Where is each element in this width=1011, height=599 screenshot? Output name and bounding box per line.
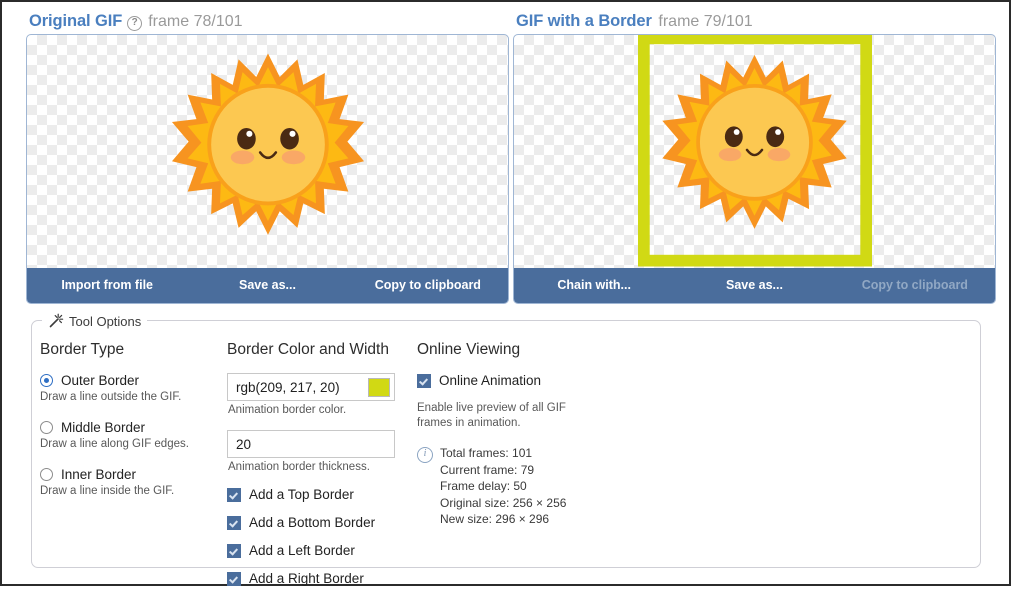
border-color-input-value: rgb(209, 217, 20)	[236, 379, 340, 395]
app-window: Original GIF? frame 78/101 Import from f…	[0, 0, 1011, 586]
border-color-width-heading: Border Color and Width	[227, 341, 389, 358]
sun-artwork-with-border-icon	[629, 35, 880, 274]
panel-original-title-text: Original GIF	[29, 12, 123, 30]
gif-info-lines: Total frames: 101 Current frame: 79 Fram…	[440, 445, 566, 528]
radio-middle-border-hint: Draw a line along GIF edges.	[40, 438, 189, 450]
panel-bordered-title-text: GIF with a Border	[516, 12, 652, 30]
checkbox-online-animation-label: Online Animation	[439, 373, 542, 388]
panel-original-frame-counter: frame 78/101	[148, 13, 243, 30]
border-color-hint: Animation border color.	[228, 404, 347, 416]
save-as-button-original[interactable]: Save as...	[187, 268, 347, 303]
checkbox-add-bottom-border[interactable]: Add a Bottom Border	[227, 515, 417, 530]
checkbox-add-left-border-label: Add a Left Border	[249, 543, 355, 558]
copy-to-clipboard-button-original[interactable]: Copy to clipboard	[348, 268, 508, 303]
border-width-input-value: 20	[236, 436, 252, 452]
info-circle-icon: i	[417, 447, 433, 463]
checkbox-add-top-border-label: Add a Top Border	[249, 487, 354, 502]
border-type-heading: Border Type	[40, 341, 125, 358]
info-original-size: Original size: 256 × 256	[440, 495, 567, 510]
radio-inner-border-indicator[interactable]	[40, 468, 53, 481]
info-new-size: New size: 296 × 296	[440, 512, 550, 526]
border-width-hint: Animation border thickness.	[228, 461, 370, 473]
help-circle-icon[interactable]: ?	[127, 16, 143, 31]
checkbox-add-left-border[interactable]: Add a Left Border	[227, 543, 417, 558]
checkbox-add-right-border-indicator[interactable]	[227, 571, 241, 586]
border-type-column: Border Type Outer Border Draw a line out…	[32, 341, 227, 599]
border-color-width-column: Border Color and Width rgb(209, 217, 20)…	[227, 341, 417, 599]
radio-middle-border-indicator[interactable]	[40, 421, 53, 434]
checkbox-add-top-border-indicator[interactable]	[227, 487, 241, 502]
panel-bordered-frame-counter: frame 79/101	[658, 13, 753, 30]
panel-bordered-title: GIF with a Border frame 79/101	[513, 10, 996, 34]
radio-middle-border[interactable]: Middle Border	[40, 420, 227, 435]
radio-outer-border[interactable]: Outer Border	[40, 373, 227, 388]
panel-bordered-gif: GIF with a Border frame 79/101 Chain wit…	[513, 10, 996, 304]
radio-inner-border[interactable]: Inner Border	[40, 467, 227, 482]
import-from-file-button[interactable]: Import from file	[27, 268, 187, 303]
border-color-swatch[interactable]	[368, 378, 390, 397]
tool-options-panel: Tool Options Border Type Outer Border Dr…	[31, 312, 981, 586]
sun-character-original	[170, 51, 366, 252]
radio-outer-border-indicator[interactable]	[40, 374, 53, 387]
border-width-input[interactable]: 20	[227, 430, 395, 458]
checkbox-add-left-border-indicator[interactable]	[227, 543, 241, 558]
radio-outer-border-hint: Draw a line outside the GIF.	[40, 391, 182, 403]
original-action-bar: Import from file Save as... Copy to clip…	[27, 268, 508, 303]
checkbox-add-bottom-border-indicator[interactable]	[227, 515, 241, 530]
checkbox-online-animation-indicator[interactable]	[417, 373, 431, 388]
radio-middle-border-label: Middle Border	[61, 420, 146, 435]
radio-inner-border-label: Inner Border	[61, 467, 137, 482]
checkbox-add-right-border-label: Add a Right Border	[249, 571, 364, 586]
checkbox-add-right-border[interactable]: Add a Right Border	[227, 571, 417, 586]
panel-original-title: Original GIF? frame 78/101	[26, 10, 509, 34]
online-animation-hint: Enable live preview of all GIF frames in…	[417, 402, 566, 429]
tool-options-columns: Border Type Outer Border Draw a line out…	[32, 341, 980, 599]
tool-options-legend: Tool Options	[42, 312, 148, 330]
sun-artwork-icon	[171, 52, 364, 235]
border-color-input[interactable]: rgb(209, 217, 20)	[227, 373, 395, 401]
checkbox-add-top-border[interactable]: Add a Top Border	[227, 487, 417, 502]
online-viewing-column: Online Viewing Online Animation Enable l…	[417, 341, 717, 599]
info-total-frames: Total frames: 101	[440, 446, 533, 460]
bordered-action-bar: Chain with... Save as... Copy to clipboa…	[514, 268, 995, 303]
checkbox-add-bottom-border-label: Add a Bottom Border	[249, 515, 376, 530]
radio-inner-border-hint: Draw a line inside the GIF.	[40, 485, 175, 497]
checkbox-online-animation[interactable]: Online Animation	[417, 373, 717, 388]
original-gif-canvas[interactable]	[27, 35, 508, 268]
copy-to-clipboard-button-bordered: Copy to clipboard	[861, 278, 968, 292]
save-as-button-bordered[interactable]: Save as...	[674, 268, 834, 303]
info-current-frame: Current frame: 79	[440, 462, 535, 477]
magic-wand-icon	[49, 313, 64, 328]
panel-original-canvas-box: Import from file Save as... Copy to clip…	[26, 34, 509, 304]
online-viewing-heading: Online Viewing	[417, 341, 521, 358]
sun-character-bordered	[629, 35, 880, 274]
tool-options-legend-label: Tool Options	[69, 313, 142, 329]
gif-info-block: i Total frames: 101 Current frame: 79 Fr…	[417, 445, 717, 528]
radio-outer-border-label: Outer Border	[61, 373, 140, 388]
panel-original-gif: Original GIF? frame 78/101 Import from f…	[26, 10, 509, 304]
chain-with-button[interactable]: Chain with...	[514, 268, 674, 303]
info-frame-delay: Frame delay: 50	[440, 479, 527, 493]
panel-bordered-canvas-box: Chain with... Save as... Copy to clipboa…	[513, 34, 996, 304]
preview-panels: Original GIF? frame 78/101 Import from f…	[2, 2, 1009, 307]
bordered-gif-canvas[interactable]	[514, 35, 995, 274]
